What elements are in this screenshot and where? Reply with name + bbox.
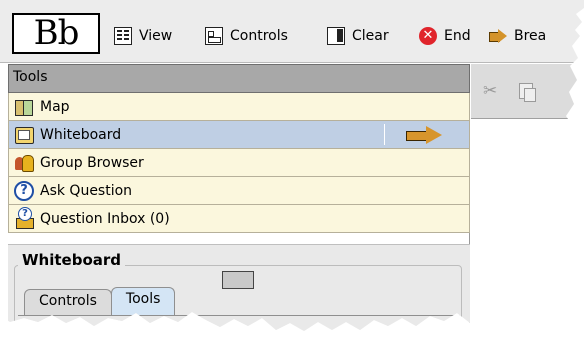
tool-item-ask-question[interactable]: ? Ask Question — [8, 177, 470, 205]
controls-button[interactable]: Controls — [205, 25, 288, 47]
tool-item-label: Ask Question — [40, 182, 133, 199]
end-button-label: End — [444, 28, 471, 44]
main-toolbar: Bb View Controls Clear ✕ End Brea — [0, 0, 584, 63]
clear-button[interactable]: Clear — [327, 25, 389, 47]
tool-item-label: Whiteboard — [40, 126, 122, 143]
view-icon — [114, 27, 132, 45]
controls-button-label: Controls — [230, 28, 288, 44]
break-arrow-icon — [489, 27, 507, 45]
tool-item-question-inbox[interactable]: Question Inbox (0) — [8, 205, 470, 233]
arrow-right-icon — [406, 126, 442, 144]
question-inbox-icon — [14, 206, 34, 229]
copy-icon[interactable] — [519, 83, 536, 102]
tools-list: Map Whiteboard Group Browser ? Ask Quest… — [8, 93, 470, 233]
tools-panel: Tools Map Whiteboard Group Browser ? Ask… — [8, 64, 470, 331]
view-button[interactable]: View — [114, 25, 172, 47]
tools-panel-header: Tools — [8, 64, 470, 93]
selection-divider — [384, 124, 385, 145]
tab-tools[interactable]: Tools — [110, 287, 176, 315]
tool-item-group-browser[interactable]: Group Browser — [8, 149, 470, 177]
clear-button-label: Clear — [352, 28, 389, 44]
break-button[interactable]: Brea — [489, 25, 546, 47]
whiteboard-tool-icon[interactable] — [222, 271, 254, 289]
whiteboard-tabs: Controls Tools — [24, 287, 176, 315]
break-button-label: Brea — [514, 28, 547, 44]
tool-item-label: Group Browser — [40, 154, 144, 171]
tool-item-label: Question Inbox (0) — [40, 210, 170, 227]
whiteboard-icon — [14, 125, 34, 145]
question-icon: ? — [14, 180, 34, 201]
map-icon — [14, 97, 34, 117]
tool-item-map[interactable]: Map — [8, 93, 470, 121]
whiteboard-group-title: Whiteboard — [18, 251, 126, 269]
tab-baseline — [18, 315, 460, 316]
view-button-label: View — [139, 28, 173, 44]
tool-item-whiteboard[interactable]: Whiteboard — [8, 121, 470, 149]
group-browser-icon — [14, 153, 34, 173]
clear-icon — [327, 27, 345, 45]
tab-controls[interactable]: Controls — [24, 289, 112, 315]
end-button[interactable]: ✕ End — [419, 25, 471, 47]
whiteboard-canvas[interactable] — [471, 119, 584, 331]
end-icon: ✕ — [419, 27, 437, 45]
screenshot-area: Bb View Controls Clear ✕ End Brea Tools … — [0, 0, 584, 331]
whiteboard-options-area: Whiteboard Controls Tools — [8, 244, 470, 331]
tool-item-label: Map — [40, 98, 70, 115]
blackboard-logo: Bb — [12, 13, 100, 54]
cut-icon[interactable]: ✂ — [483, 82, 501, 100]
whiteboard-edit-toolbar: ✂ — [471, 64, 584, 119]
controls-icon — [205, 27, 223, 45]
